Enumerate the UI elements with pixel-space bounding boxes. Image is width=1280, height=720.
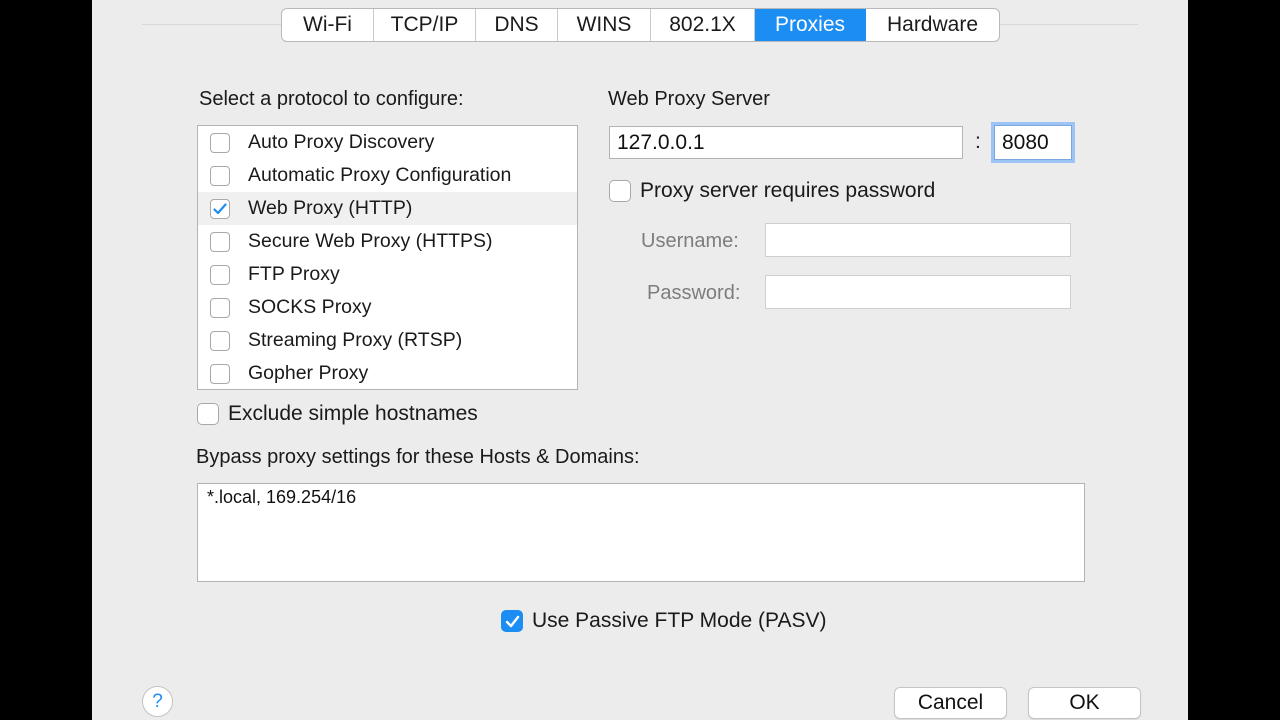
protocol-heading: Select a protocol to configure: (199, 88, 464, 110)
protocol-label: Automatic Proxy Configuration (248, 164, 512, 186)
protocol-row-auto-config[interactable]: Automatic Proxy Configuration (198, 159, 577, 192)
exclude-simple-label: Exclude simple hostnames (228, 402, 478, 425)
requires-password-row[interactable]: Proxy server requires password (609, 179, 935, 203)
protocol-label: Web Proxy (HTTP) (248, 197, 413, 219)
proxy-port-input[interactable]: 8080 (994, 125, 1072, 160)
tab-proxies[interactable]: Proxies (755, 9, 866, 41)
checkmark-icon (505, 615, 519, 627)
protocol-label: Secure Web Proxy (HTTPS) (248, 230, 493, 252)
protocol-row-web-http[interactable]: Web Proxy (HTTP) (198, 192, 577, 225)
protocol-row-auto-discovery[interactable]: Auto Proxy Discovery (198, 126, 577, 159)
protocol-checkbox[interactable] (210, 132, 230, 153)
tab-wins[interactable]: WINS (558, 9, 651, 41)
cancel-button[interactable]: Cancel (894, 687, 1007, 719)
protocol-label: FTP Proxy (248, 263, 340, 285)
protocol-checkbox[interactable] (210, 363, 230, 384)
tab-dns[interactable]: DNS (476, 9, 558, 41)
protocol-checkbox[interactable] (210, 165, 230, 186)
protocol-checkbox[interactable] (210, 330, 230, 351)
checkmark-icon (213, 202, 227, 214)
help-button[interactable]: ? (142, 686, 173, 717)
tab-tcpip[interactable]: TCP/IP (374, 9, 476, 41)
ok-button[interactable]: OK (1028, 687, 1141, 719)
protocol-label: SOCKS Proxy (248, 296, 372, 318)
username-label: Username: (641, 230, 739, 252)
protocol-list[interactable]: Auto Proxy Discovery Automatic Proxy Con… (197, 125, 578, 390)
host-port-separator: : (975, 130, 981, 153)
protocol-row-ftp[interactable]: FTP Proxy (198, 258, 577, 291)
password-field[interactable] (765, 275, 1071, 309)
passive-ftp-label: Use Passive FTP Mode (PASV) (532, 609, 827, 632)
protocol-row-secure-https[interactable]: Secure Web Proxy (HTTPS) (198, 225, 577, 258)
exclude-simple-row[interactable]: Exclude simple hostnames (197, 402, 478, 426)
protocol-label: Gopher Proxy (248, 362, 369, 384)
tab-wifi[interactable]: Wi-Fi (282, 9, 374, 41)
question-mark-icon: ? (152, 690, 163, 712)
network-proxies-sheet: Wi-Fi TCP/IP DNS WINS 802.1X Proxies Har… (92, 0, 1188, 720)
requires-password-checkbox[interactable] (609, 180, 631, 202)
password-label: Password: (647, 282, 741, 304)
backdrop: Wi-Fi TCP/IP DNS WINS 802.1X Proxies Har… (0, 0, 1280, 720)
proxy-host-input[interactable]: 127.0.0.1 (609, 126, 963, 159)
protocol-checkbox[interactable] (210, 264, 230, 285)
server-heading: Web Proxy Server (608, 88, 770, 110)
protocol-row-socks[interactable]: SOCKS Proxy (198, 291, 577, 324)
username-field[interactable] (765, 223, 1071, 257)
tab-8021x[interactable]: 802.1X (651, 9, 755, 41)
exclude-simple-checkbox[interactable] (197, 403, 219, 425)
protocol-checkbox[interactable] (210, 198, 230, 219)
protocol-row-streaming[interactable]: Streaming Proxy (RTSP) (198, 324, 577, 357)
passive-ftp-checkbox[interactable] (501, 610, 523, 632)
bypass-heading: Bypass proxy settings for these Hosts & … (196, 446, 640, 468)
passive-ftp-row[interactable]: Use Passive FTP Mode (PASV) (501, 609, 826, 633)
requires-password-label: Proxy server requires password (640, 179, 936, 202)
tab-bar: Wi-Fi TCP/IP DNS WINS 802.1X Proxies Har… (281, 8, 1000, 42)
protocol-label: Auto Proxy Discovery (248, 131, 435, 153)
protocol-checkbox[interactable] (210, 297, 230, 318)
protocol-label: Streaming Proxy (RTSP) (248, 329, 463, 351)
tab-hardware[interactable]: Hardware (866, 9, 999, 41)
protocol-row-gopher[interactable]: Gopher Proxy (198, 357, 577, 390)
protocol-checkbox[interactable] (210, 231, 230, 252)
bypass-hosts-textarea[interactable]: *.local, 169.254/16 (197, 483, 1085, 582)
